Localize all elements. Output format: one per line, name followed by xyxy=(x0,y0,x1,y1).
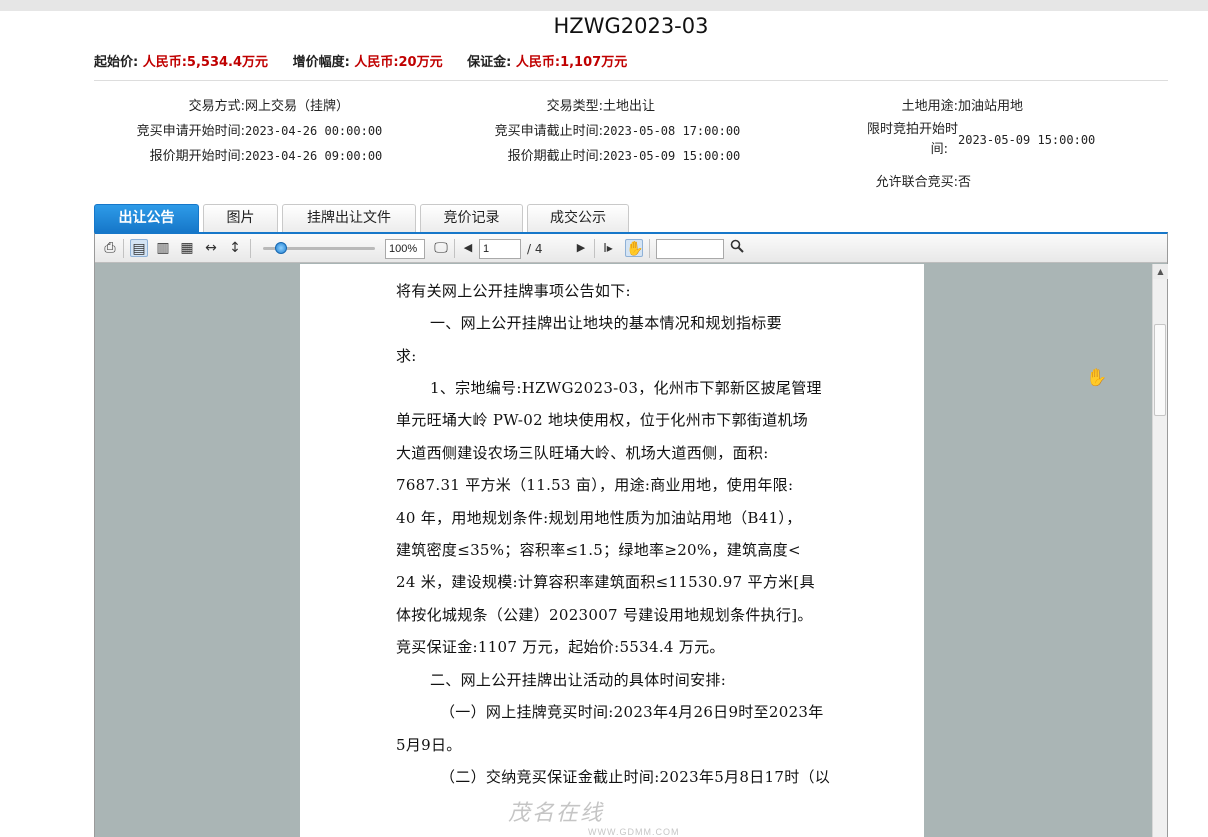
trade-type-label: 交易类型: xyxy=(546,99,603,114)
scrollbar-thumb[interactable] xyxy=(1154,324,1166,416)
document-line: 单元旺埇大岭 PW-02 地块使用权，位于化州市下郭街道机场 xyxy=(396,411,809,429)
grid-view-icon[interactable]: ▦ xyxy=(178,239,196,257)
info-apply-end: 竞买申请截止时间:2023-05-08 17:00:00 xyxy=(476,120,741,139)
header-divider xyxy=(94,80,1168,81)
two-page-icon[interactable]: ▥ xyxy=(154,239,172,257)
info-land-use: 土地用途:加油站用地 xyxy=(858,95,1023,114)
info-quote-end: 报价期截止时间:2023-05-09 15:00:00 xyxy=(476,145,741,164)
quote-end-value: 2023-05-09 15:00:00 xyxy=(603,149,741,163)
toolbar-separator xyxy=(594,239,595,258)
page-title: HZWG2023-03 xyxy=(553,14,709,38)
single-page-icon[interactable]: ▤ xyxy=(130,239,148,257)
land-use-value: 加油站用地 xyxy=(958,99,1024,114)
info-apply-start: 竞买申请开始时间:2023-04-26 00:00:00 xyxy=(119,120,383,139)
fullscreen-icon[interactable]: 🖵 xyxy=(432,239,450,257)
deposit-label: 保证金: xyxy=(467,55,512,70)
document-line: 1、宗地编号:HZWG2023-03，化州市下郭新区披尾管理 xyxy=(430,379,822,397)
document-line: 24 米，建设规模:计算容积率建筑面积≤11530.97 平方米[具 xyxy=(396,573,815,591)
document-line: 竞买保证金:1107 万元，起始价:5534.4 万元。 xyxy=(396,638,725,656)
start-price-label: 起始价: xyxy=(94,55,139,70)
increment-value: 人民币:20万元 xyxy=(354,55,443,70)
document-line: 将有关网上公开挂牌事项公告如下: xyxy=(396,282,631,300)
tab-bid-records[interactable]: 竞价记录 xyxy=(420,204,523,232)
apply-end-value: 2023-05-08 17:00:00 xyxy=(603,124,741,138)
watermark: 茂名在线 WWW.GDMM.COM xyxy=(508,795,679,837)
trade-type-value: 土地出让 xyxy=(603,99,656,114)
quote-end-label: 报价期截止时间: xyxy=(507,149,603,164)
price-summary: 起始价: 人民币:5,534.4万元 增价幅度: 人民币:20万元 保证金: 人… xyxy=(94,51,647,70)
tab-deal-announcement[interactable]: 成交公示 xyxy=(527,204,629,232)
joint-bid-value: 否 xyxy=(958,175,972,190)
page-total: / 4 xyxy=(527,242,543,256)
document-line: 体按化城规条（公建）2023007 号建设用地规划条件执行]。 xyxy=(396,606,813,624)
tab-listing-documents[interactable]: 挂牌出让文件 xyxy=(282,204,416,232)
scroll-up-icon[interactable]: ▲ xyxy=(1153,264,1168,279)
toolbar-separator xyxy=(250,239,251,258)
document-line: 7687.31 平方米（11.53 亩），用途:商业用地，使用年限: xyxy=(396,476,794,494)
next-page-icon[interactable]: ▶ xyxy=(572,239,590,257)
info-joint-bid: 允许联合竞买:否 xyxy=(858,171,971,190)
fit-height-icon[interactable]: ↕ xyxy=(226,239,244,257)
document-line: 一、网上公开挂牌出让地块的基本情况和规划指标要 xyxy=(430,314,782,332)
apply-start-value: 2023-04-26 00:00:00 xyxy=(245,124,383,138)
land-use-label: 土地用途: xyxy=(901,99,958,114)
trade-method-label: 交易方式: xyxy=(188,99,245,114)
joint-bid-label: 允许联合竞买: xyxy=(875,175,958,190)
document-line: 二、网上公开挂牌出让活动的具体时间安排: xyxy=(430,671,727,689)
watermark-url: WWW.GDMM.COM xyxy=(588,827,680,837)
print-icon[interactable]: ⎙ xyxy=(101,239,119,257)
tab-images[interactable]: 图片 xyxy=(203,204,278,232)
tab-announcement[interactable]: 出让公告 xyxy=(94,204,199,232)
auction-start-label-line1: 限时竞拍开始时 xyxy=(866,122,958,137)
page-number-input[interactable]: 1 xyxy=(479,239,521,259)
info-trade-method: 交易方式:网上交易（挂牌） xyxy=(119,95,349,114)
auction-start-value: 2023-05-09 15:00:00 xyxy=(958,133,1096,147)
hand-tool-icon[interactable]: ✋ xyxy=(625,239,643,257)
start-price-value: 人民币:5,534.4万元 xyxy=(142,55,269,70)
fit-width-icon[interactable]: ↔ xyxy=(202,239,220,257)
top-bar xyxy=(0,0,1208,11)
quote-start-value: 2023-04-26 09:00:00 xyxy=(245,149,383,163)
search-icon[interactable] xyxy=(728,239,746,257)
toolbar-separator xyxy=(454,239,455,258)
info-trade-type: 交易类型:土地出让 xyxy=(476,95,655,114)
document-line: 求: xyxy=(396,347,417,365)
document-line: （一）网上挂牌竞买时间:2023年4月26日9时至2023年 xyxy=(440,703,824,721)
toolbar-separator xyxy=(123,239,124,258)
auction-start-label-line2: 间: xyxy=(930,142,948,157)
document-line: 建筑密度≤35%；容积率≤1.5；绿地率≥20%，建筑高度< xyxy=(396,541,801,559)
prev-page-icon[interactable]: ◀ xyxy=(459,239,477,257)
vertical-scrollbar[interactable]: ▲ xyxy=(1152,264,1168,837)
document-line: 5月9日。 xyxy=(396,736,462,754)
quote-start-label: 报价期开始时间: xyxy=(149,149,245,164)
increment-label: 增价幅度: xyxy=(292,55,350,70)
document-area[interactable]: 将有关网上公开挂牌事项公告如下: 一、网上公开挂牌出让地块的基本情况和规划指标要… xyxy=(95,264,1152,837)
zoom-slider-handle[interactable] xyxy=(275,242,287,254)
hand-cursor-icon: ✋ xyxy=(1086,368,1108,388)
pdf-viewer: ⎙ ▤ ▥ ▦ ↔ ↕ 100% 🖵 ◀ 1 / 4 ▶ I▸ ✋ 将有关网上公… xyxy=(94,232,1168,837)
trade-method-value: 网上交易（挂牌） xyxy=(245,99,350,114)
document-page: 将有关网上公开挂牌事项公告如下: 一、网上公开挂牌出让地块的基本情况和规划指标要… xyxy=(300,264,924,837)
search-input[interactable] xyxy=(656,239,724,259)
apply-end-label: 竞买申请截止时间: xyxy=(494,124,603,139)
document-line: 大道西侧建设农场三队旺埇大岭、机场大道西侧，面积: xyxy=(396,444,769,462)
zoom-input[interactable]: 100% xyxy=(385,239,425,259)
document-line: 40 年，用地规划条件:规划用地性质为加油站用地（B41）， xyxy=(396,509,802,527)
toolbar-separator xyxy=(649,239,650,258)
apply-start-label: 竞买申请开始时间: xyxy=(136,124,245,139)
text-select-icon[interactable]: I▸ xyxy=(599,239,617,257)
watermark-brand: 茂名在线 xyxy=(508,800,605,825)
pdf-toolbar: ⎙ ▤ ▥ ▦ ↔ ↕ 100% 🖵 ◀ 1 / 4 ▶ I▸ ✋ xyxy=(95,234,1167,263)
document-line: （二）交纳竞买保证金截止时间:2023年5月8日17时（以 xyxy=(440,768,831,786)
info-quote-start: 报价期开始时间:2023-04-26 09:00:00 xyxy=(119,145,383,164)
deposit-value: 人民币:1,107万元 xyxy=(515,55,628,70)
info-auction-start: 限时竞拍开始时 间: 2023-05-09 15:00:00 xyxy=(858,120,1095,160)
